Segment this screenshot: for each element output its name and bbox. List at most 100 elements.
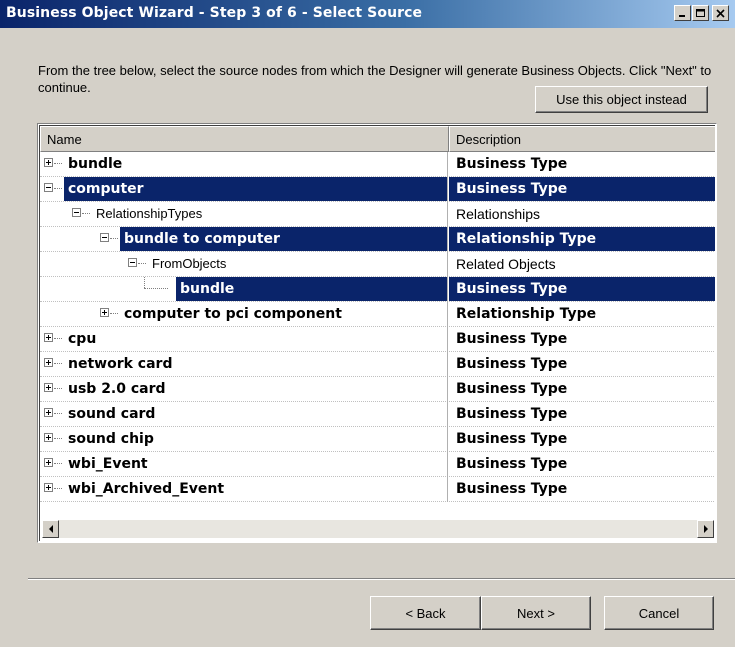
tree-connector bbox=[110, 313, 118, 315]
maximize-button[interactable] bbox=[692, 5, 709, 21]
scroll-left-icon bbox=[48, 525, 53, 533]
title-bar[interactable]: Business Object Wizard - Step 3 of 6 - S… bbox=[0, 0, 735, 28]
tree-node-label[interactable]: RelationshipTypes bbox=[92, 202, 206, 226]
scroll-right-icon bbox=[703, 525, 708, 533]
tree-row[interactable]: computer Business Type bbox=[40, 177, 715, 202]
tree-node-description: Business Type bbox=[449, 177, 715, 201]
column-divider bbox=[447, 327, 448, 352]
tree-node-label[interactable]: computer bbox=[64, 177, 447, 201]
column-divider bbox=[447, 452, 448, 477]
minimize-icon bbox=[679, 14, 685, 17]
scroll-right-button[interactable] bbox=[697, 520, 714, 538]
close-button[interactable] bbox=[712, 5, 729, 21]
next-button[interactable]: Next > bbox=[481, 596, 591, 630]
column-header-description[interactable]: Description bbox=[449, 126, 715, 152]
window-title: Business Object Wizard - Step 3 of 6 - S… bbox=[6, 5, 423, 21]
tree-connector bbox=[144, 288, 168, 290]
tree-connector bbox=[138, 263, 146, 265]
tree-node-description: Business Type bbox=[456, 481, 568, 497]
column-divider bbox=[447, 477, 448, 502]
tree-node-label[interactable]: usb 2.0 card bbox=[64, 377, 170, 401]
tree-node-description: Business Type bbox=[456, 381, 568, 397]
tree-node-description: Business Type bbox=[456, 431, 568, 447]
collapse-icon[interactable] bbox=[72, 208, 81, 217]
separator bbox=[28, 578, 735, 580]
tree-node-description: Business Type bbox=[449, 277, 715, 301]
tree-connector bbox=[54, 163, 62, 165]
tree-row[interactable]: computer to pci component Relationship Ty… bbox=[40, 302, 715, 327]
tree-connector bbox=[82, 213, 90, 215]
tree-connector bbox=[54, 388, 62, 390]
expand-icon[interactable] bbox=[44, 158, 53, 167]
collapse-icon[interactable] bbox=[128, 258, 137, 267]
expand-icon[interactable] bbox=[44, 358, 53, 367]
tree-node-description: Relationships bbox=[456, 206, 541, 222]
minimize-button[interactable] bbox=[674, 5, 691, 21]
tree-node-label[interactable]: bundle bbox=[176, 277, 447, 301]
column-divider bbox=[447, 352, 448, 377]
tree-node-label[interactable]: FromObjects bbox=[148, 252, 230, 276]
tree-node-label[interactable]: cpu bbox=[64, 327, 100, 351]
expand-icon[interactable] bbox=[44, 458, 53, 467]
expand-icon[interactable] bbox=[44, 408, 53, 417]
horizontal-scrollbar[interactable] bbox=[42, 520, 714, 538]
tree-node-label[interactable]: wbi_Event bbox=[64, 452, 152, 476]
source-tree[interactable]: Name Description bundle Business Type comp… bbox=[37, 123, 717, 543]
cancel-button[interactable]: Cancel bbox=[604, 596, 714, 630]
column-header-name[interactable]: Name bbox=[40, 126, 449, 152]
tree-node-description: Business Type bbox=[456, 331, 568, 347]
tree-node-description: Relationship Type bbox=[449, 227, 715, 251]
column-divider bbox=[447, 277, 448, 302]
tree-node-label[interactable]: sound card bbox=[64, 402, 159, 426]
tree-row[interactable]: sound chip Business Type bbox=[40, 427, 715, 452]
tree-node-label[interactable]: bundle to computer bbox=[120, 227, 447, 251]
column-divider bbox=[447, 377, 448, 402]
tree-node-label[interactable]: sound chip bbox=[64, 427, 158, 451]
tree-connector bbox=[144, 277, 171, 288]
tree-row[interactable]: usb 2.0 card Business Type bbox=[40, 377, 715, 402]
tree-row[interactable]: bundle Business Type bbox=[40, 277, 715, 302]
tree-row[interactable]: wbi_Event Business Type bbox=[40, 452, 715, 477]
tree-node-description: Business Type bbox=[456, 356, 568, 372]
tree-node-description: Business Type bbox=[456, 156, 568, 172]
tree-row[interactable]: RelationshipTypes Relationships bbox=[40, 202, 715, 227]
tree-row[interactable]: sound card Business Type bbox=[40, 402, 715, 427]
tree-connector bbox=[54, 488, 62, 490]
tree-node-description: Business Type bbox=[456, 406, 568, 422]
column-divider bbox=[447, 177, 448, 202]
tree-row[interactable]: bundle Business Type bbox=[40, 152, 715, 177]
tree-row[interactable]: wbi_Archived_Event Business Type bbox=[40, 477, 715, 502]
tree-connector bbox=[54, 438, 62, 440]
expand-icon[interactable] bbox=[44, 483, 53, 492]
tree-connector bbox=[54, 338, 62, 340]
tree-node-label[interactable]: bundle bbox=[64, 152, 126, 176]
expand-icon[interactable] bbox=[44, 333, 53, 342]
tree-node-description: Related Objects bbox=[456, 256, 556, 272]
expand-icon[interactable] bbox=[44, 433, 53, 442]
tree-node-label[interactable]: computer to pci component bbox=[120, 302, 346, 326]
tree-connector bbox=[54, 363, 62, 365]
tree-row[interactable]: FromObjects Related Objects bbox=[40, 252, 715, 277]
column-divider bbox=[447, 302, 448, 327]
column-divider bbox=[447, 152, 448, 177]
back-button[interactable]: < Back bbox=[370, 596, 481, 630]
expand-icon[interactable] bbox=[100, 308, 109, 317]
tree-connector bbox=[54, 463, 62, 465]
tree-row[interactable]: cpu Business Type bbox=[40, 327, 715, 352]
tree-node-description: Business Type bbox=[456, 456, 568, 472]
close-icon bbox=[716, 8, 725, 18]
scroll-left-button[interactable] bbox=[42, 520, 59, 538]
tree-node-label[interactable]: network card bbox=[64, 352, 176, 376]
tree-row[interactable]: network card Business Type bbox=[40, 352, 715, 377]
collapse-icon[interactable] bbox=[100, 233, 109, 242]
tree-node-label[interactable]: wbi_Archived_Event bbox=[64, 477, 228, 501]
tree-row[interactable]: bundle to computer Relationship Type bbox=[40, 227, 715, 252]
column-divider bbox=[447, 402, 448, 427]
collapse-icon[interactable] bbox=[44, 183, 53, 192]
maximize-icon bbox=[695, 8, 705, 17]
column-divider bbox=[447, 227, 448, 252]
expand-icon[interactable] bbox=[44, 383, 53, 392]
column-divider bbox=[447, 252, 448, 277]
column-divider bbox=[447, 202, 448, 227]
use-object-button[interactable]: Use this object instead bbox=[535, 86, 708, 113]
